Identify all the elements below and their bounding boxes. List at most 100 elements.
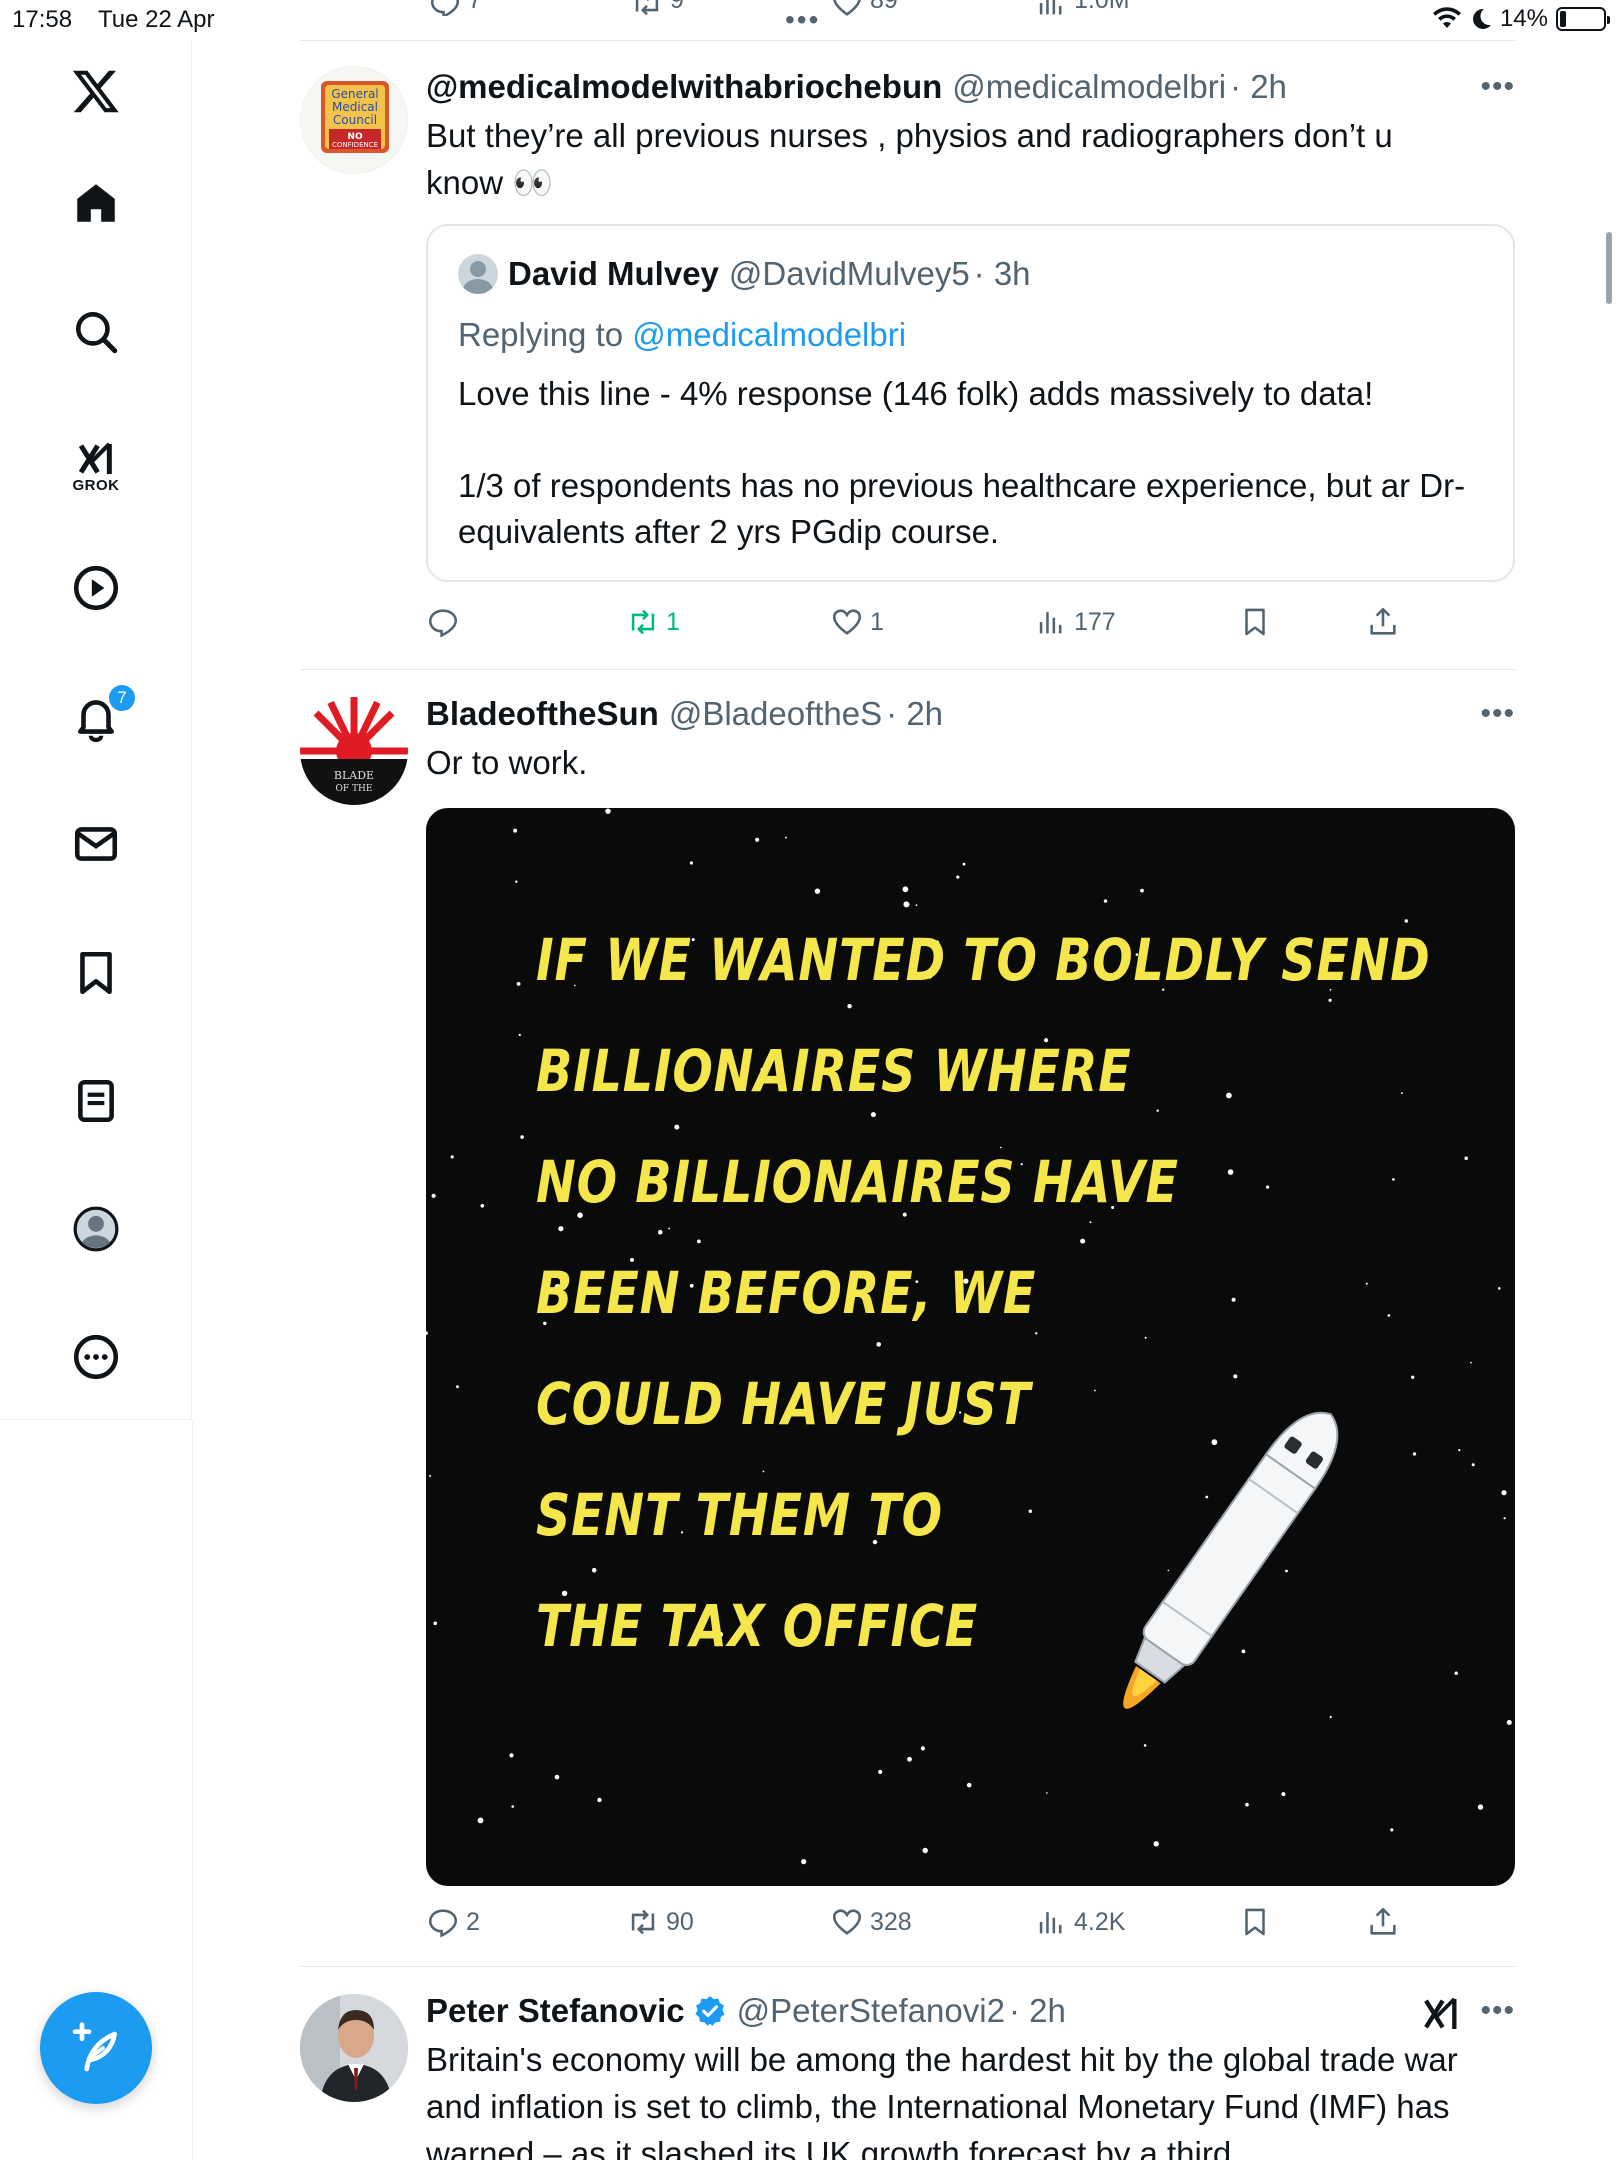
avatar[interactable]: BLADE OF THE	[300, 697, 408, 805]
more-options-icon[interactable]: •••	[1480, 697, 1515, 731]
author-handle[interactable]: @medicalmodelbri	[952, 66, 1226, 108]
envelope-icon	[74, 827, 118, 861]
tweet-time[interactable]: · 2h	[1230, 66, 1287, 108]
bookmark-button[interactable]	[1238, 1902, 1272, 1942]
nav-bookmarks[interactable]	[0, 933, 192, 1013]
share-icon	[1370, 607, 1396, 635]
retweet-action[interactable]: 9	[630, 0, 684, 16]
share-button[interactable]	[1366, 1902, 1400, 1942]
retweet-button[interactable]: 1	[626, 602, 680, 642]
avatar[interactable]	[300, 1994, 408, 2102]
tweet[interactable]: General Medical Council NO CONFIDENCE @m…	[300, 66, 1515, 666]
meme-line: BILLIONAIRES WHERE	[536, 1037, 1132, 1105]
like-button[interactable]: 1	[830, 602, 884, 642]
nav-messages[interactable]	[0, 804, 192, 884]
scrollbar-thumb[interactable]	[1606, 232, 1612, 304]
grok-icon[interactable]	[1421, 1994, 1461, 2034]
views-button[interactable]: 4.2K	[1034, 1902, 1125, 1942]
bookmark-button[interactable]	[1238, 602, 1272, 642]
compose-button[interactable]	[40, 1992, 152, 2104]
views-count: 4.2K	[1074, 1907, 1126, 1936]
retweet-count: 90	[666, 1907, 694, 1936]
author-handle[interactable]: @BladeoftheS	[669, 693, 882, 735]
star	[870, 1112, 876, 1118]
star	[605, 808, 611, 814]
like-action[interactable]: 89	[830, 0, 898, 16]
author-handle[interactable]: @PeterStefanovi2	[737, 1990, 1005, 2032]
replying-to-label: Replying to	[458, 316, 624, 353]
tweet[interactable]: BLADE OF THE BladeoftheSun @BladeoftheS …	[300, 693, 1515, 1953]
nav-lists[interactable]	[0, 1061, 192, 1141]
tweet-time[interactable]: · 2h	[1009, 1990, 1066, 2032]
star	[785, 836, 787, 839]
tweet-header: Peter Stefanovic @PeterStefanovi2 · 2h	[426, 1990, 1515, 2032]
nav-explore[interactable]	[0, 292, 192, 372]
star	[1401, 1092, 1403, 1094]
nav-grok[interactable]: GROK	[0, 426, 192, 506]
list-icon	[78, 1079, 114, 1123]
status-date: Tue 22 Apr	[98, 6, 215, 33]
tweet-time[interactable]: · 2h	[886, 693, 943, 735]
divider	[300, 669, 1515, 670]
avatar-text-medical: Medical	[332, 100, 378, 114]
star	[1153, 1841, 1159, 1847]
like-button[interactable]: 328	[830, 1902, 912, 1942]
notification-badge: 7	[107, 683, 137, 713]
star	[1506, 1720, 1512, 1725]
reply-button[interactable]	[426, 602, 466, 642]
views-button[interactable]: 177	[1034, 602, 1116, 642]
reply-count: 7	[468, 0, 482, 14]
more-options-icon[interactable]: •••	[1480, 70, 1515, 104]
star	[962, 862, 966, 866]
tweet[interactable]: Peter Stefanovic @PeterStefanovi2 · 2h •…	[300, 1990, 1515, 2160]
star	[878, 1769, 883, 1774]
star	[450, 1155, 454, 1159]
star	[674, 1124, 680, 1130]
more-options-icon[interactable]: •••	[1480, 1994, 1515, 2028]
star	[1470, 1361, 1472, 1364]
quote-avatar	[458, 254, 498, 294]
avatar-text-general: General	[331, 87, 378, 101]
meme-line: IF WE WANTED TO BOLDLY SEND	[536, 926, 1431, 994]
avatar[interactable]: General Medical Council NO CONFIDENCE	[300, 66, 408, 174]
nav-videos[interactable]	[0, 548, 192, 628]
star	[1328, 998, 1332, 1002]
author-name[interactable]: Peter Stefanovic	[426, 1990, 685, 2032]
avatar-text-of-the: OF THE	[336, 784, 373, 794]
star	[1477, 1804, 1484, 1810]
star	[903, 901, 910, 908]
tweet-image[interactable]: IF WE WANTED TO BOLDLY SEND BILLIONAIRES…	[426, 808, 1515, 1886]
meme-line: THE TAX OFFICE	[536, 1592, 979, 1660]
star	[876, 1342, 881, 1347]
star	[520, 1135, 524, 1139]
share-button[interactable]	[1366, 602, 1400, 642]
retweet-button[interactable]: 90	[626, 1902, 694, 1942]
nav-notifications[interactable]: 7	[0, 677, 192, 757]
star	[591, 1567, 597, 1573]
star	[431, 1193, 436, 1198]
x-logo[interactable]	[0, 51, 192, 131]
author-name[interactable]: BladeoftheSun	[426, 693, 659, 735]
replying-to-link[interactable]: @medicalmodelbri	[632, 316, 906, 353]
star	[922, 1847, 928, 1854]
grok-icon	[78, 442, 112, 474]
views-count: 177	[1074, 607, 1116, 636]
views-icon	[1039, 612, 1062, 634]
quoted-tweet[interactable]: David Mulvey @DavidMulvey5 · 3h Replying…	[426, 224, 1515, 582]
author-name[interactable]: @medicalmodelwithabriochebun	[426, 66, 942, 108]
star	[956, 875, 960, 879]
reply-button[interactable]: 2	[426, 1902, 480, 1942]
battery-icon	[1556, 7, 1610, 31]
nav-home[interactable]	[0, 163, 192, 243]
reply-action[interactable]: 7	[428, 0, 482, 16]
retweet-count: 1	[666, 607, 680, 636]
retweet-icon	[631, 1909, 655, 1935]
sidebar-nav: GROK 7	[0, 40, 192, 1420]
views-action[interactable]: 1.0M	[1034, 0, 1130, 16]
nav-profile[interactable]	[0, 1189, 192, 1269]
divider	[300, 40, 1515, 41]
nav-more[interactable]	[0, 1317, 192, 1397]
star	[755, 837, 760, 842]
reply-icon	[428, 609, 458, 638]
star	[480, 1204, 485, 1208]
